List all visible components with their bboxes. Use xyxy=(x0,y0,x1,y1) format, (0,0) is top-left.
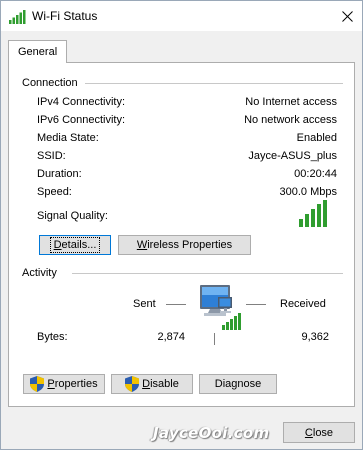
speed-row: Speed: 300.0 Mbps xyxy=(37,186,337,200)
connection-divider xyxy=(85,83,343,84)
window-title: Wi-Fi Status xyxy=(32,9,98,23)
connection-heading: Connection xyxy=(22,77,78,89)
wifi-signal-icon xyxy=(9,10,26,24)
ipv4-label: IPv4 Connectivity: xyxy=(37,96,126,108)
details-accel: D xyxy=(53,239,62,251)
received-label: Received xyxy=(280,298,326,310)
duration-value: 00:20:44 xyxy=(294,168,337,180)
signal-bar-2 xyxy=(305,214,309,227)
wifi-status-window: Wi-Fi Status General Connection IPv4 Con… xyxy=(0,0,363,450)
ipv6-row: IPv6 Connectivity: No network access xyxy=(37,114,337,128)
received-line xyxy=(246,304,266,305)
wireless-text: ireless Properties xyxy=(147,239,233,251)
duration-label: Duration: xyxy=(37,168,82,180)
media-state-row: Media State: Enabled xyxy=(37,132,337,146)
signal-bar-5 xyxy=(323,200,327,227)
bytes-received-value: 9,362 xyxy=(301,331,329,343)
bytes-sent-value: 2,874 xyxy=(157,331,185,343)
signal-bar-4 xyxy=(317,204,321,227)
close-accel: C xyxy=(304,426,313,439)
ssid-label: SSID: xyxy=(37,150,66,162)
signal-quality-label: Signal Quality: xyxy=(37,210,108,222)
sent-label: Sent xyxy=(133,298,156,310)
uac-shield-icon xyxy=(125,376,140,392)
close-button[interactable]: Close xyxy=(283,422,355,443)
title-bar[interactable]: Wi-Fi Status xyxy=(1,1,362,31)
sent-line xyxy=(166,304,186,305)
ssid-value: Jayce-ASUS_plus xyxy=(248,150,337,162)
window-close-button[interactable] xyxy=(332,1,362,31)
disable-text: isable xyxy=(150,378,179,390)
general-tab-panel: Connection IPv4 Connectivity: No Interne… xyxy=(8,62,355,407)
details-text: etails... xyxy=(61,239,97,251)
properties-text: roperties xyxy=(54,378,98,390)
wireless-accel: W xyxy=(136,239,148,251)
wireless-properties-button[interactable]: Wireless Properties xyxy=(118,235,251,255)
close-icon xyxy=(341,10,353,22)
network-computer-icon xyxy=(200,285,241,330)
signal-quality-icon xyxy=(299,200,327,227)
speed-label: Speed: xyxy=(37,186,72,198)
details-button-label: Details... xyxy=(49,237,101,253)
speed-value: 300.0 Mbps xyxy=(279,186,337,198)
media-state-label: Media State: xyxy=(37,132,99,144)
duration-row: Duration: 00:20:44 xyxy=(37,168,337,182)
media-state-value: Enabled xyxy=(296,132,337,144)
properties-accel: P xyxy=(47,378,55,390)
diagnose-button[interactable]: Diagnose xyxy=(199,374,277,394)
ipv6-value: No network access xyxy=(244,114,337,126)
disable-accel: D xyxy=(142,378,151,390)
details-button[interactable]: Details... xyxy=(39,235,111,255)
ssid-row: SSID: Jayce-ASUS_plus xyxy=(37,150,337,164)
watermark-text: JayceOoi.com xyxy=(153,424,270,442)
disable-button[interactable]: Disable xyxy=(111,374,193,394)
ipv4-row: IPv4 Connectivity: No Internet access xyxy=(37,96,337,110)
signal-bar-1 xyxy=(299,219,303,227)
ipv6-label: IPv6 Connectivity: xyxy=(37,114,126,126)
activity-divider-tick xyxy=(214,333,215,345)
properties-button[interactable]: Properties xyxy=(23,374,105,394)
activity-divider xyxy=(72,273,343,274)
tab-general[interactable]: General xyxy=(8,40,68,63)
close-text: lose xyxy=(312,426,334,439)
ipv4-value: No Internet access xyxy=(245,96,337,108)
diagnose-text: Diagnose xyxy=(214,378,262,390)
signal-bar-3 xyxy=(311,209,315,227)
activity-heading: Activity xyxy=(22,267,57,279)
uac-shield-icon xyxy=(30,376,45,392)
bytes-label: Bytes: xyxy=(37,331,68,343)
